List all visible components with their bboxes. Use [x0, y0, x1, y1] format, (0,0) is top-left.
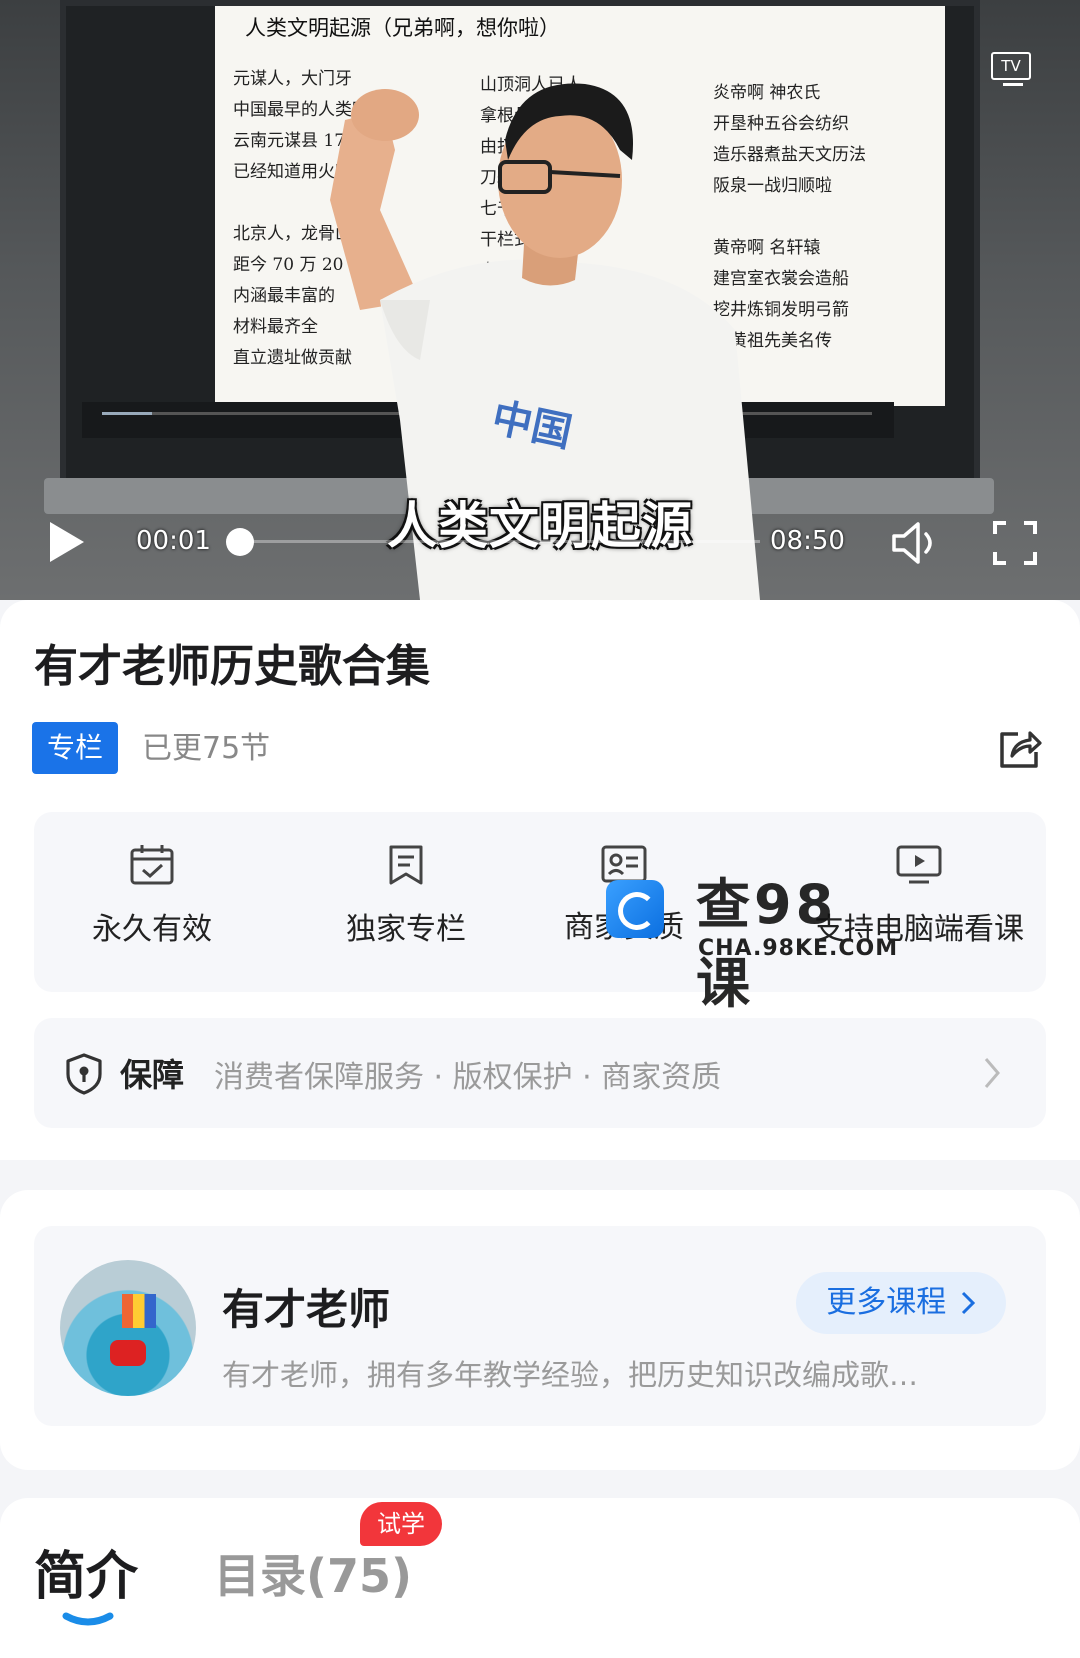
feature-qualification: 商家资质 [540, 812, 708, 992]
player-controls: 00:01 08:50 [0, 510, 1080, 570]
guarantee-title: 保障 [120, 1056, 185, 1094]
teacher-name: 有才老师 [222, 1285, 391, 1334]
tab-intro[interactable]: 简介 [34, 1534, 138, 1609]
column-tag: 专栏 [32, 722, 118, 774]
play-icon[interactable] [44, 520, 88, 564]
progress-thumb[interactable] [226, 528, 254, 556]
guarantee-row[interactable]: 保障 消费者保障服务 · 版权保护 · 商家资质 [34, 1018, 1046, 1128]
calendar-check-icon [130, 845, 174, 885]
id-card-icon [601, 845, 647, 883]
content-tabs: 简介 目录(75) 试学 [0, 1498, 1080, 1658]
tv-icon: TV [991, 52, 1031, 80]
feature-panel: 永久有效 独家专栏 商家资质 支持电脑端看课 [34, 812, 1046, 992]
chevron-right-icon [984, 1058, 1000, 1088]
feature-label: 支持电脑端看课 [814, 912, 1024, 947]
monitor-play-icon [896, 845, 942, 884]
avatar[interactable] [60, 1260, 196, 1396]
share-icon[interactable] [996, 724, 1044, 772]
fullscreen-icon[interactable] [992, 520, 1038, 566]
teacher-profile[interactable]: 有才老师 更多课程 有才老师，拥有多年教学经验，把历史知识改编成歌… [34, 1226, 1046, 1426]
bookmark-icon [389, 845, 423, 885]
teacher-description: 有才老师，拥有多年教学经验，把历史知识改编成歌… [222, 1358, 919, 1392]
shield-icon [66, 1053, 102, 1095]
feature-label: 永久有效 [92, 912, 212, 947]
video-player[interactable]: 人类文明起源（兄弟啊，想你啦） 元谋人，大门牙 中国最早的人类啊 云南元谋县 170… [0, 0, 1080, 600]
feature-permanent: 永久有效 [68, 812, 236, 992]
trial-badge: 试学 [360, 1502, 442, 1546]
chevron-right-icon [961, 1291, 975, 1315]
guarantee-items: 消费者保障服务 · 版权保护 · 商家资质 [214, 1060, 722, 1095]
feature-exclusive: 独家专栏 [322, 812, 490, 992]
feature-pc-viewing: 支持电脑端看课 [804, 812, 1034, 992]
feature-label: 独家专栏 [346, 912, 466, 947]
tab-catalog[interactable]: 目录(75) [214, 1540, 412, 1606]
more-courses-label: 更多课程 [826, 1285, 947, 1320]
tv-cast-button[interactable]: TV [991, 52, 1035, 88]
progress-track[interactable] [240, 540, 760, 543]
current-time: 00:01 [136, 526, 211, 556]
total-time: 08:50 [770, 526, 845, 556]
course-info-card: 有才老师历史歌合集 专栏 已更75节 永久有效 独家专栏 商家资质 支持电脑端看… [0, 600, 1080, 1160]
update-count: 已更75节 [142, 731, 271, 766]
course-title: 有才老师历史歌合集 [34, 641, 430, 692]
feature-label: 商家资质 [564, 910, 684, 945]
teacher-card: 有才老师 更多课程 有才老师，拥有多年教学经验，把历史知识改编成歌… [0, 1190, 1080, 1470]
more-courses-button[interactable]: 更多课程 [796, 1272, 1006, 1334]
volume-icon[interactable] [890, 520, 942, 566]
active-tab-indicator [62, 1612, 114, 1626]
